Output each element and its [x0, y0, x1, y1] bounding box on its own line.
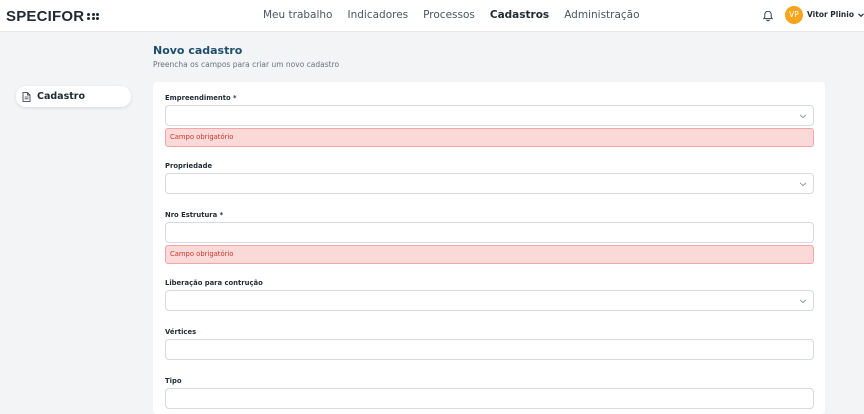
chevron-down-icon	[799, 182, 807, 187]
user-avatar[interactable]: VP	[785, 6, 803, 24]
liberacao-select[interactable]	[165, 290, 814, 311]
nav-administracao[interactable]: Administração	[564, 9, 639, 21]
propriedade-label: Propriedade	[165, 162, 213, 170]
chevron-down-icon	[799, 114, 807, 119]
page-subtitle: Preencha os campos para criar um novo ca…	[153, 60, 340, 69]
empreendimento-error: Campo obrigatório	[165, 128, 814, 147]
logo-dots-icon	[87, 12, 100, 21]
nav-processos[interactable]: Processos	[423, 9, 475, 21]
sidebar-item-label: Cadastro	[37, 91, 86, 102]
propriedade-select[interactable]	[165, 173, 814, 194]
nro-estrutura-error: Campo obrigatório	[165, 245, 814, 264]
top-navigation-bar: SPECIFOR Meu trabalho Indicadores Proces…	[0, 0, 864, 32]
logo-text: SPECIFOR	[6, 8, 85, 25]
document-icon	[22, 91, 31, 102]
specifor-logo[interactable]: SPECIFOR	[6, 8, 100, 25]
notification-bell-icon[interactable]	[762, 10, 774, 22]
tipo-label: Tipo	[165, 377, 182, 385]
nav-indicadores[interactable]: Indicadores	[347, 9, 408, 21]
vertices-input[interactable]	[165, 339, 814, 360]
vertices-label: Vértices	[165, 328, 197, 336]
chevron-down-icon	[799, 299, 807, 304]
chevron-down-icon	[858, 12, 864, 17]
main-nav: Meu trabalho Indicadores Processos Cadas…	[263, 9, 640, 21]
sidebar-item-cadastro[interactable]: Cadastro	[16, 86, 131, 107]
nav-meu-trabalho[interactable]: Meu trabalho	[263, 9, 332, 21]
nro-estrutura-label: Nro Estrutura *	[165, 211, 224, 219]
user-menu[interactable]: Vitor Plinio	[807, 10, 864, 19]
user-name: Vitor Plinio	[807, 10, 854, 19]
nav-cadastros[interactable]: Cadastros	[490, 9, 549, 21]
empreendimento-label: Empreendimento *	[165, 94, 237, 102]
empreendimento-select[interactable]	[165, 105, 814, 126]
nro-estrutura-input[interactable]	[165, 222, 814, 243]
page-title: Novo cadastro	[153, 44, 243, 57]
tipo-input[interactable]	[165, 388, 814, 409]
liberacao-label: Liberação para contrução	[165, 279, 263, 287]
